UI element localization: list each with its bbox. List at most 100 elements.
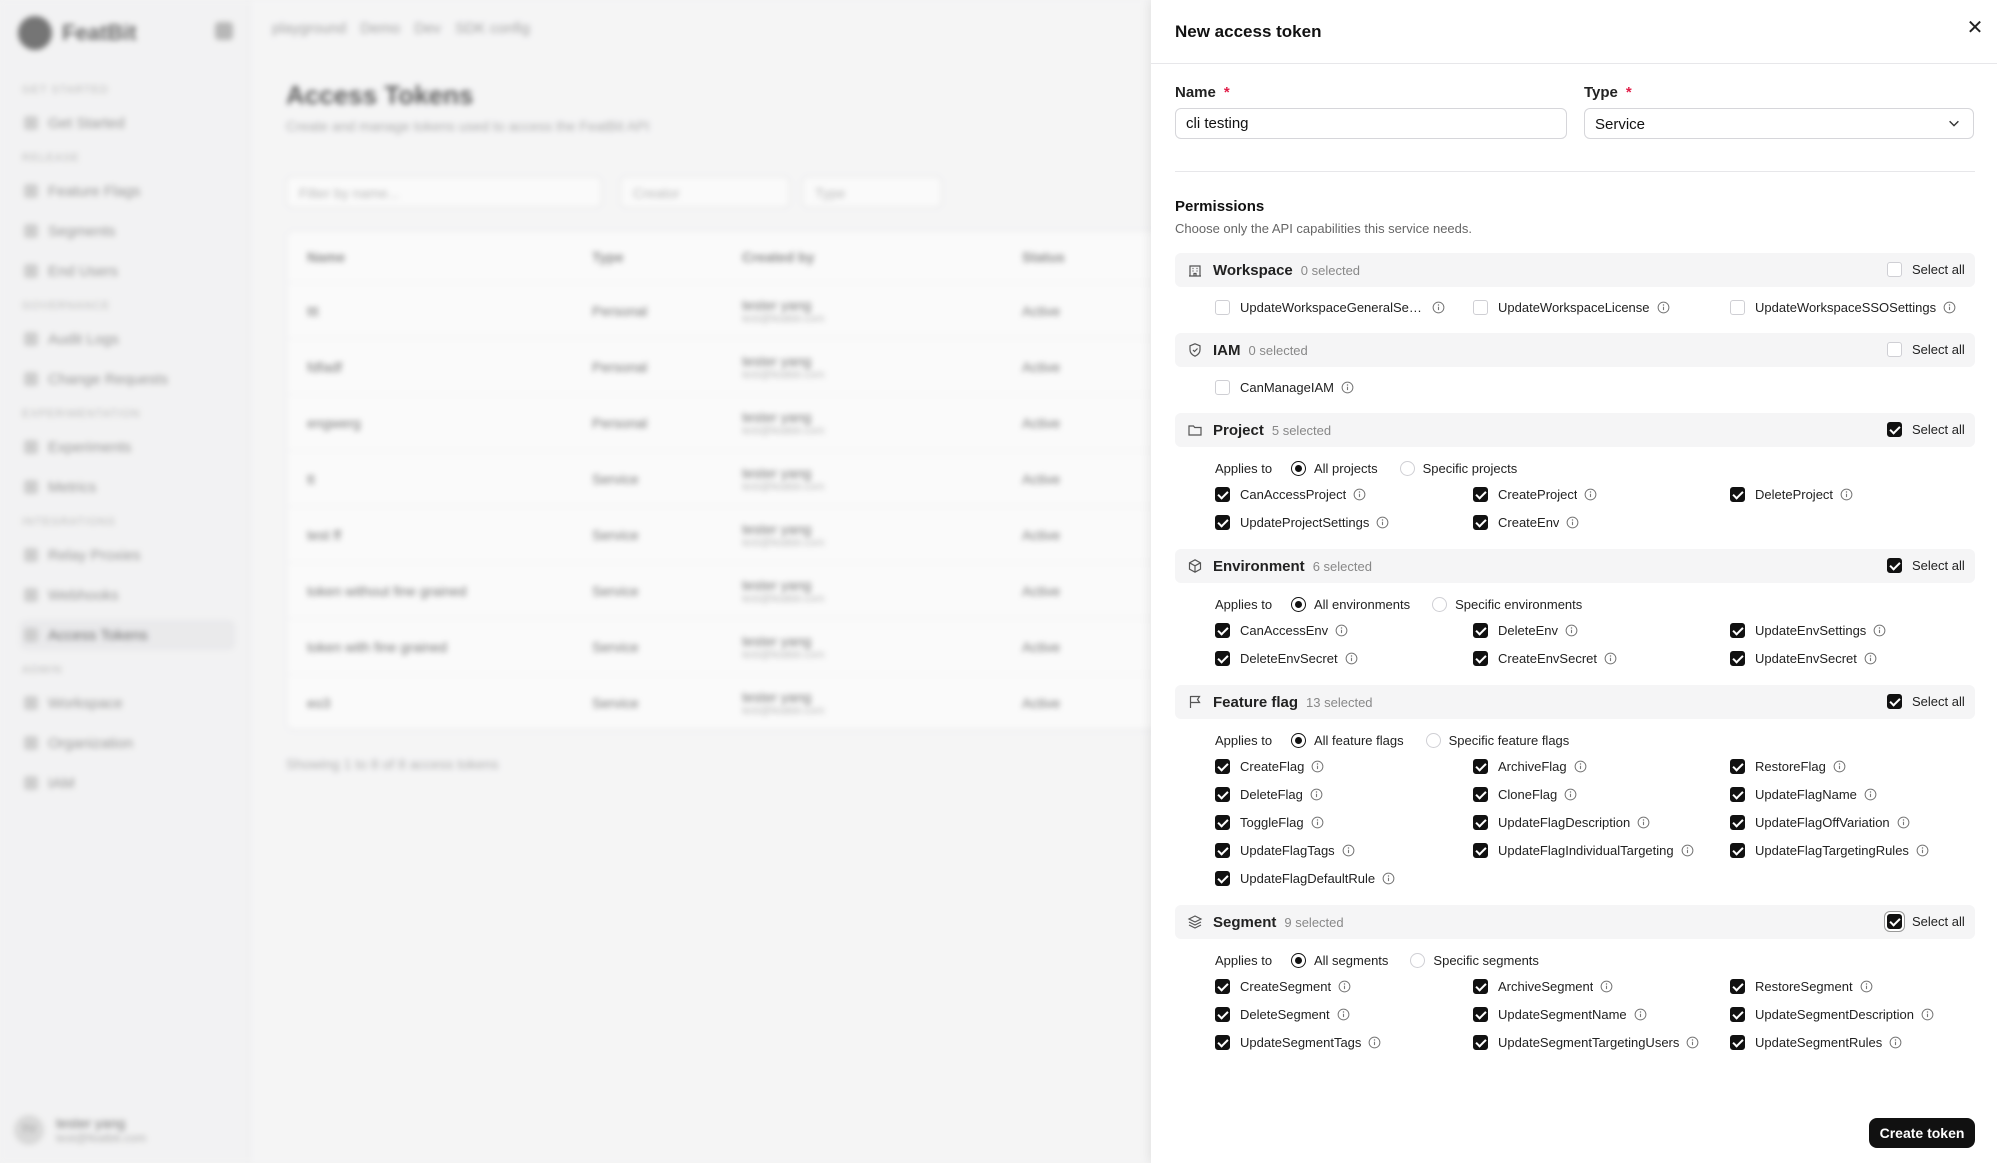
permission-checkbox[interactable]: UpdateFlagDescription	[1473, 815, 1650, 830]
info-icon[interactable]	[1382, 872, 1395, 885]
permission-checkbox[interactable]: UpdateSegmentName	[1473, 1007, 1647, 1022]
checkbox[interactable]	[1473, 787, 1488, 802]
info-icon[interactable]	[1584, 488, 1597, 501]
permission-checkbox[interactable]: UpdateFlagTags	[1215, 843, 1355, 858]
checkbox[interactable]	[1887, 342, 1902, 357]
permission-checkbox[interactable]: CreateFlag	[1215, 759, 1324, 774]
checkbox[interactable]	[1730, 300, 1745, 315]
permission-checkbox[interactable]: DeleteProject	[1730, 487, 1853, 502]
checkbox[interactable]	[1730, 979, 1745, 994]
info-icon[interactable]	[1657, 301, 1670, 314]
permission-checkbox[interactable]: UpdateEnvSettings	[1730, 623, 1886, 638]
radio[interactable]	[1432, 597, 1448, 612]
checkbox[interactable]	[1730, 487, 1745, 502]
permission-checkbox[interactable]: CanAccessProject	[1215, 487, 1366, 502]
permission-checkbox[interactable]: ArchiveSegment	[1473, 979, 1613, 994]
radio[interactable]	[1291, 461, 1306, 476]
info-icon[interactable]	[1889, 1036, 1902, 1049]
permission-checkbox[interactable]: UpdateFlagOffVariation	[1730, 815, 1910, 830]
radio[interactable]	[1291, 597, 1306, 612]
select-all-checkbox[interactable]: Select all	[1887, 342, 1965, 357]
info-icon[interactable]	[1345, 652, 1358, 665]
checkbox[interactable]	[1215, 623, 1230, 638]
checkbox[interactable]	[1473, 979, 1488, 994]
info-icon[interactable]	[1310, 788, 1323, 801]
select-all-checkbox[interactable]: Select all	[1887, 914, 1965, 929]
select-all-checkbox[interactable]: Select all	[1887, 694, 1965, 709]
info-icon[interactable]	[1376, 516, 1389, 529]
permission-checkbox[interactable]: CloneFlag	[1473, 787, 1577, 802]
scope-specific-radio[interactable]: Specific feature flags	[1425, 733, 1569, 748]
scope-all-radio[interactable]: All feature flags	[1291, 733, 1404, 748]
radio[interactable]	[1291, 953, 1306, 968]
info-icon[interactable]	[1604, 652, 1617, 665]
info-icon[interactable]	[1311, 760, 1324, 773]
info-icon[interactable]	[1564, 788, 1577, 801]
checkbox[interactable]	[1215, 515, 1230, 530]
checkbox[interactable]	[1473, 815, 1488, 830]
checkbox[interactable]	[1887, 422, 1902, 437]
scope-all-radio[interactable]: All environments	[1291, 597, 1410, 612]
info-icon[interactable]	[1860, 980, 1873, 993]
permission-checkbox[interactable]: CanManageIAM	[1215, 380, 1354, 395]
checkbox[interactable]	[1215, 787, 1230, 802]
checkbox[interactable]	[1473, 843, 1488, 858]
scope-specific-radio[interactable]: Specific environments	[1432, 597, 1582, 612]
permission-checkbox[interactable]: UpdateEnvSecret	[1730, 651, 1877, 666]
info-icon[interactable]	[1897, 816, 1910, 829]
checkbox[interactable]	[1473, 759, 1488, 774]
permission-checkbox[interactable]: RestoreSegment	[1730, 979, 1873, 994]
checkbox[interactable]	[1887, 914, 1902, 929]
checkbox[interactable]	[1887, 262, 1902, 277]
info-icon[interactable]	[1353, 488, 1366, 501]
permission-checkbox[interactable]: UpdateSegmentTargetingUsers	[1473, 1035, 1699, 1050]
checkbox[interactable]	[1215, 979, 1230, 994]
info-icon[interactable]	[1833, 760, 1846, 773]
info-icon[interactable]	[1637, 816, 1650, 829]
checkbox[interactable]	[1730, 843, 1745, 858]
info-icon[interactable]	[1681, 844, 1694, 857]
checkbox[interactable]	[1730, 623, 1745, 638]
checkbox[interactable]	[1215, 651, 1230, 666]
permission-checkbox[interactable]: CreateProject	[1473, 487, 1597, 502]
checkbox[interactable]	[1215, 759, 1230, 774]
checkbox[interactable]	[1473, 651, 1488, 666]
name-input[interactable]	[1175, 108, 1567, 139]
checkbox[interactable]	[1215, 380, 1230, 395]
permission-checkbox[interactable]: UpdateFlagIndividualTargeting	[1473, 843, 1694, 858]
checkbox[interactable]	[1473, 1035, 1488, 1050]
permission-checkbox[interactable]: UpdateWorkspaceLicense	[1473, 300, 1670, 315]
permission-checkbox[interactable]: UpdateWorkspaceGeneralSetti...	[1215, 300, 1445, 315]
permission-checkbox[interactable]: UpdateFlagTargetingRules	[1730, 843, 1929, 858]
info-icon[interactable]	[1916, 844, 1929, 857]
permission-checkbox[interactable]: UpdateProjectSettings	[1215, 515, 1389, 530]
info-icon[interactable]	[1342, 844, 1355, 857]
permission-checkbox[interactable]: DeleteEnvSecret	[1215, 651, 1358, 666]
info-icon[interactable]	[1600, 980, 1613, 993]
scope-all-radio[interactable]: All segments	[1291, 953, 1388, 968]
info-icon[interactable]	[1338, 980, 1351, 993]
checkbox[interactable]	[1730, 1035, 1745, 1050]
info-icon[interactable]	[1686, 1036, 1699, 1049]
checkbox[interactable]	[1473, 300, 1488, 315]
info-icon[interactable]	[1337, 1008, 1350, 1021]
info-icon[interactable]	[1432, 301, 1445, 314]
info-icon[interactable]	[1368, 1036, 1381, 1049]
permission-checkbox[interactable]: CreateEnvSecret	[1473, 651, 1617, 666]
checkbox[interactable]	[1730, 759, 1745, 774]
permission-checkbox[interactable]: UpdateSegmentRules	[1730, 1035, 1902, 1050]
info-icon[interactable]	[1574, 760, 1587, 773]
radio[interactable]	[1410, 953, 1426, 968]
info-icon[interactable]	[1335, 624, 1348, 637]
permission-checkbox[interactable]: RestoreFlag	[1730, 759, 1846, 774]
info-icon[interactable]	[1566, 516, 1579, 529]
scope-all-radio[interactable]: All projects	[1291, 461, 1378, 476]
close-icon[interactable]: ✕	[1963, 16, 1987, 40]
checkbox[interactable]	[1730, 815, 1745, 830]
checkbox[interactable]	[1215, 871, 1230, 886]
info-icon[interactable]	[1873, 624, 1886, 637]
checkbox[interactable]	[1215, 487, 1230, 502]
scope-specific-radio[interactable]: Specific segments	[1410, 953, 1539, 968]
checkbox[interactable]	[1215, 815, 1230, 830]
radio[interactable]	[1425, 733, 1441, 748]
